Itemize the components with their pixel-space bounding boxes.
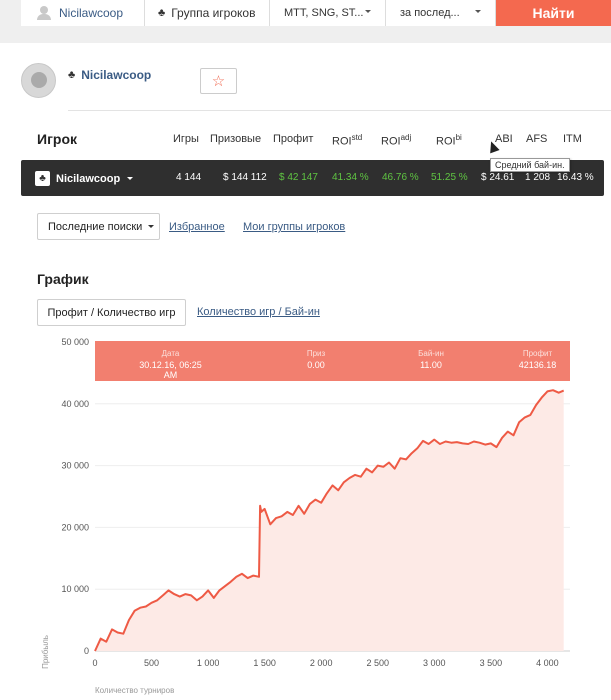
tab-games-buyin[interactable]: Количество игр / Бай-ин [197, 306, 320, 318]
info-date-label: Дата [161, 349, 180, 358]
recent-searches-dropdown[interactable]: Последние поиски [37, 213, 160, 240]
info-prize-value: 0.00 [307, 360, 325, 370]
info-date: Дата 30.12.16, 06:25 AM [133, 349, 208, 380]
header-games[interactable]: Игры [173, 133, 199, 145]
x-tick-label: 500 [144, 658, 159, 668]
abi-tooltip: Средний бай-ин. [490, 158, 570, 172]
x-tick-label: 3 000 [423, 658, 446, 668]
chevron-down-icon [127, 177, 134, 180]
row-itm: 16.43 % [557, 172, 594, 183]
player-group-button[interactable]: ♣ Группа игроков [145, 0, 270, 26]
y-tick-label: 0 [84, 646, 89, 656]
chart-info-bar: Дата 30.12.16, 06:25 AM Приз 0.00 Бай-ин… [95, 341, 570, 381]
header-abi[interactable]: ABI [495, 133, 513, 145]
graph-title: График [37, 271, 89, 287]
header-roi-adj[interactable]: ROIadj [381, 133, 411, 148]
game-type-select[interactable]: MTT, SNG, ST... [270, 0, 386, 26]
row-player-menu[interactable]: ♣ Nicilawcoop [35, 171, 134, 186]
info-profit-label: Профит [522, 349, 553, 358]
row-roi-bi: 51.25 % [431, 172, 468, 183]
group-icon: ♣ [35, 171, 50, 186]
player-name[interactable]: ♣ Nicilawcoop [68, 68, 151, 82]
group-icon: ♣ [68, 69, 76, 81]
x-tick-label: 2 500 [366, 658, 389, 668]
player-group-label: Группа игроков [171, 6, 256, 20]
info-prize: Приз 0.00 [291, 349, 341, 370]
row-roi-adj: 46.76 % [382, 172, 419, 183]
x-axis-label: Количество турниров [95, 686, 174, 695]
y-tick-label: 10 000 [61, 584, 89, 594]
player-name-text: Nicilawcoop [81, 68, 152, 82]
info-buyin-value: 11.00 [420, 360, 442, 370]
header-roi-std[interactable]: ROIstd [332, 133, 362, 148]
x-tick-label: 0 [92, 658, 97, 668]
row-profit: $ 42 147 [279, 172, 318, 183]
user-search-field[interactable]: Nicilawcoop [21, 0, 145, 26]
info-date-value: 30.12.16, 06:25 AM [139, 360, 202, 380]
recent-searches-label: Последние поиски [48, 220, 143, 233]
row-games: 4 144 [176, 172, 202, 183]
x-tick-label: 3 500 [480, 658, 503, 668]
row-afs: 1 208 [525, 172, 551, 183]
tab-profit-games[interactable]: Профит / Количество игр [37, 299, 186, 326]
divider [68, 110, 611, 111]
y-axis-ticks: 0 10 000 20 000 30 000 40 000 50 000 [61, 337, 89, 656]
y-tick-label: 30 000 [61, 461, 89, 471]
header-afs[interactable]: AFS [526, 133, 547, 145]
x-tick-label: 2 000 [310, 658, 333, 668]
profit-chart[interactable]: 0 10 000 20 000 30 000 40 000 50 000 0 500 1 00… [0, 330, 611, 700]
header-profit[interactable]: Профит [273, 133, 313, 145]
header-itm[interactable]: ITM [563, 133, 582, 145]
info-buyin: Бай-ин 11.00 [406, 349, 456, 370]
group-icon: ♣ [158, 7, 166, 19]
row-roi-std: 41.34 % [332, 172, 369, 183]
chevron-down-icon [475, 10, 481, 13]
y-tick-label: 50 000 [61, 337, 89, 347]
search-bar: Nicilawcoop ♣ Группа игроков MTT, SNG, S… [0, 0, 611, 43]
avatar [21, 63, 56, 98]
find-button[interactable]: Найти [496, 0, 611, 26]
info-profit: Профит 42136.18 [510, 349, 565, 370]
user-icon [37, 6, 51, 20]
row-player-name: Nicilawcoop [56, 172, 121, 185]
favorites-link[interactable]: Избранное [169, 221, 225, 233]
chevron-down-icon [365, 10, 371, 13]
row-abi: $ 24.61 [481, 172, 515, 183]
y-axis-label: Прибыль [41, 635, 50, 669]
header-prizes[interactable]: Призовые [210, 133, 261, 145]
x-tick-label: 1 500 [253, 658, 276, 668]
my-groups-link[interactable]: Мои группы игроков [243, 221, 345, 233]
user-search-value: Nicilawcoop [59, 6, 124, 20]
y-tick-label: 20 000 [61, 522, 89, 532]
x-tick-label: 4 000 [536, 658, 559, 668]
row-prizes: $ 144 112 [223, 172, 267, 183]
info-profit-value: 42136.18 [518, 360, 557, 370]
header-roi-bi[interactable]: ROIbi [436, 133, 462, 148]
star-icon: ☆ [211, 73, 226, 90]
game-type-value: MTT, SNG, ST... [284, 7, 364, 19]
chevron-down-icon [148, 225, 155, 228]
info-buyin-label: Бай-ин [418, 349, 444, 358]
profit-area [95, 390, 564, 651]
favorite-button[interactable]: ☆ [200, 68, 237, 94]
period-value: за послед... [400, 7, 460, 19]
period-select[interactable]: за послед... [386, 0, 496, 26]
info-prize-label: Приз [306, 349, 326, 358]
x-tick-label: 1 000 [197, 658, 220, 668]
x-axis-ticks: 0 500 1 000 1 500 2 000 2 500 3 000 3 500 4 000 [92, 658, 558, 668]
y-tick-label: 40 000 [61, 399, 89, 409]
header-player: Игрок [37, 131, 78, 147]
